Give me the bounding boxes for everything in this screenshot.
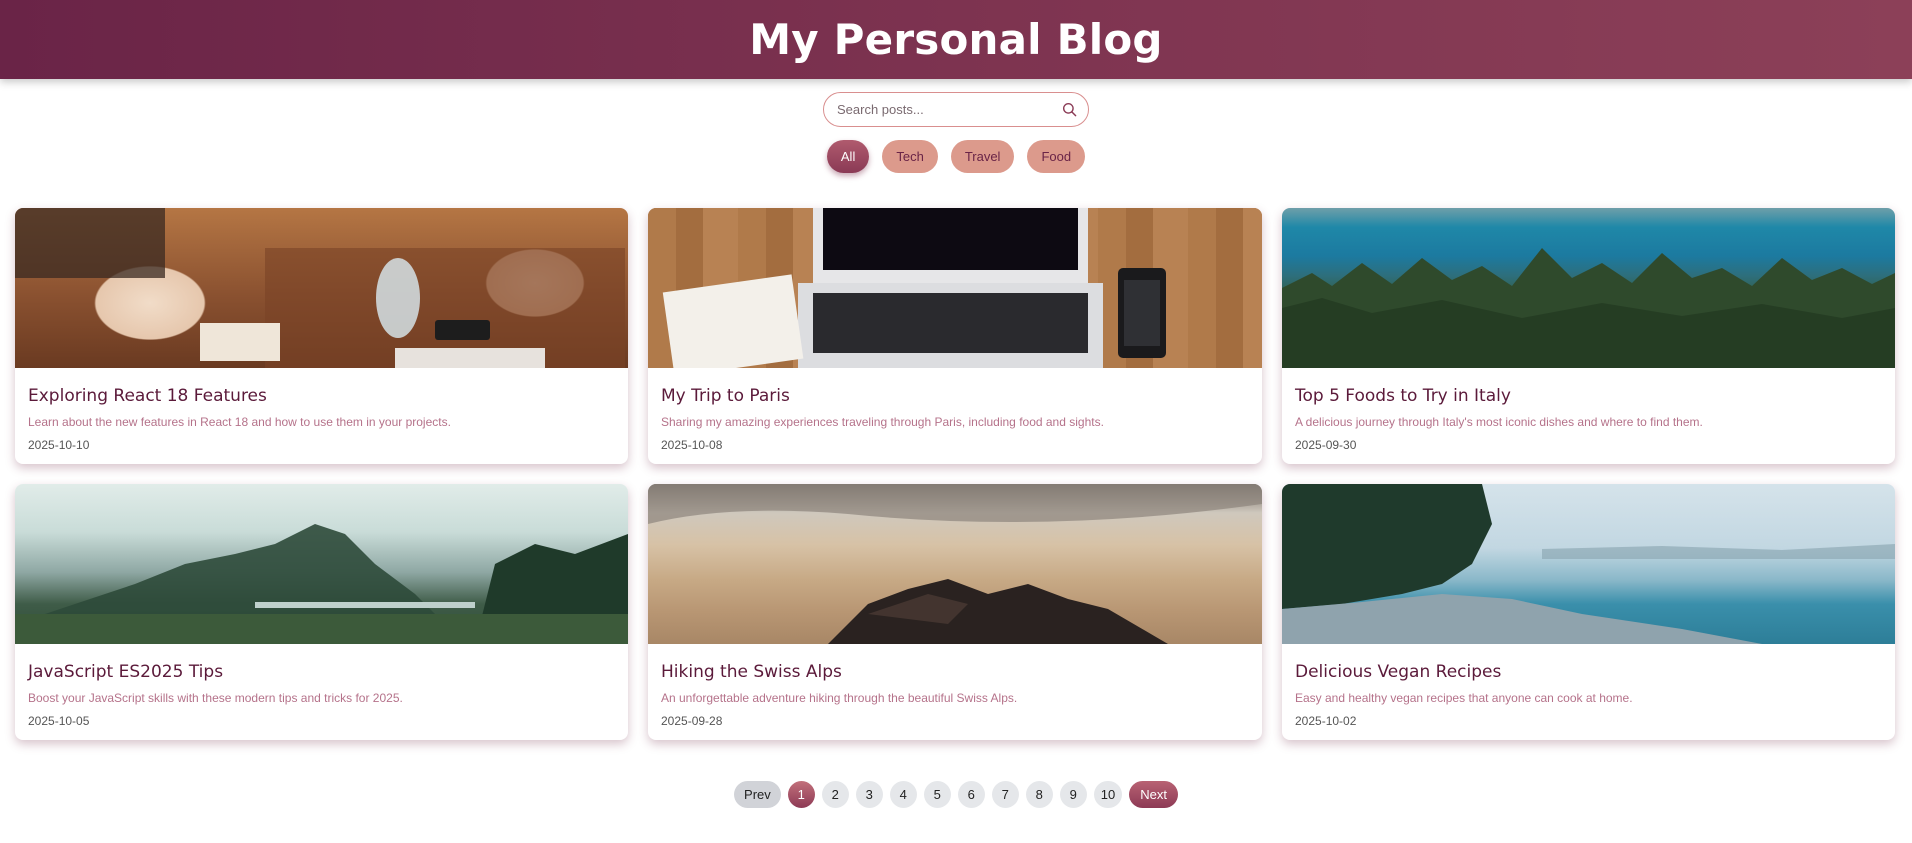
post-title[interactable]: Hiking the Swiss Alps — [661, 662, 1249, 682]
post-thumbnail — [1282, 208, 1895, 368]
page-button-4[interactable]: 4 — [889, 781, 917, 808]
post-description: A delicious journey through Italy's most… — [1295, 415, 1703, 429]
page-button-7[interactable]: 7 — [991, 781, 1019, 808]
filter-food[interactable]: Food — [1027, 140, 1086, 173]
post-thumbnail — [15, 208, 628, 368]
page-button-6[interactable]: 6 — [957, 781, 985, 808]
page-button-3[interactable]: 3 — [855, 781, 883, 808]
post-date: 2025-10-02 — [1295, 714, 1357, 728]
search-bar — [0, 92, 1912, 127]
post-card-body: Delicious Vegan Recipes Easy and healthy… — [1282, 644, 1895, 728]
post-date: 2025-10-10 — [28, 438, 90, 452]
post-date: 2025-10-08 — [661, 438, 723, 452]
pagination: Prev 1 2 3 4 5 6 7 8 9 10 Next — [0, 781, 1912, 808]
post-thumbnail — [648, 208, 1262, 368]
post-card-body: Top 5 Foods to Try in Italy A delicious … — [1282, 368, 1895, 452]
page-title: My Personal Blog — [749, 15, 1163, 64]
post-title[interactable]: Top 5 Foods to Try in Italy — [1295, 386, 1882, 406]
page-button-9[interactable]: 9 — [1059, 781, 1087, 808]
page-button-8[interactable]: 8 — [1025, 781, 1053, 808]
post-description: Boost your JavaScript skills with these … — [28, 691, 403, 705]
post-card-body: Hiking the Swiss Alps An unforgettable a… — [648, 644, 1262, 728]
page-button-2[interactable]: 2 — [821, 781, 849, 808]
post-description: Easy and healthy vegan recipes that anyo… — [1295, 691, 1633, 705]
post-date: 2025-09-30 — [1295, 438, 1357, 452]
post-date: 2025-10-05 — [28, 714, 90, 728]
post-card[interactable]: Hiking the Swiss Alps An unforgettable a… — [648, 484, 1262, 740]
category-filters: All Tech Travel Food — [0, 140, 1912, 173]
page-button-10[interactable]: 10 — [1093, 781, 1123, 808]
post-card[interactable]: My Trip to Paris Sharing my amazing expe… — [648, 208, 1262, 464]
site-header: My Personal Blog — [0, 0, 1912, 79]
post-description: An unforgettable adventure hiking throug… — [661, 691, 1018, 705]
search-input[interactable] — [837, 102, 1060, 117]
filter-travel[interactable]: Travel — [950, 140, 1015, 173]
page-button-1[interactable]: 1 — [787, 781, 815, 808]
post-title[interactable]: Exploring React 18 Features — [28, 386, 615, 406]
search-box[interactable] — [823, 92, 1089, 127]
post-thumbnail — [648, 484, 1262, 644]
prev-page-button[interactable]: Prev — [734, 781, 781, 808]
post-card-body: JavaScript ES2025 Tips Boost your JavaSc… — [15, 644, 628, 728]
post-grid: Exploring React 18 Features Learn about … — [15, 208, 1896, 740]
post-thumbnail — [15, 484, 628, 644]
post-title[interactable]: Delicious Vegan Recipes — [1295, 662, 1882, 682]
post-thumbnail — [1282, 484, 1895, 644]
page-button-5[interactable]: 5 — [923, 781, 951, 808]
post-card[interactable]: Top 5 Foods to Try in Italy A delicious … — [1282, 208, 1895, 464]
search-icon[interactable] — [1060, 101, 1078, 119]
post-card[interactable]: Exploring React 18 Features Learn about … — [15, 208, 628, 464]
post-date: 2025-09-28 — [661, 714, 723, 728]
post-title[interactable]: My Trip to Paris — [661, 386, 1249, 406]
filter-tech[interactable]: Tech — [882, 140, 938, 173]
next-page-button[interactable]: Next — [1129, 781, 1178, 808]
post-title[interactable]: JavaScript ES2025 Tips — [28, 662, 615, 682]
filter-all[interactable]: All — [826, 140, 870, 173]
post-description: Sharing my amazing experiences traveling… — [661, 415, 1104, 429]
post-card-body: Exploring React 18 Features Learn about … — [15, 368, 628, 452]
post-description: Learn about the new features in React 18… — [28, 415, 451, 429]
post-card[interactable]: JavaScript ES2025 Tips Boost your JavaSc… — [15, 484, 628, 740]
post-card-body: My Trip to Paris Sharing my amazing expe… — [648, 368, 1262, 452]
post-card[interactable]: Delicious Vegan Recipes Easy and healthy… — [1282, 484, 1895, 740]
